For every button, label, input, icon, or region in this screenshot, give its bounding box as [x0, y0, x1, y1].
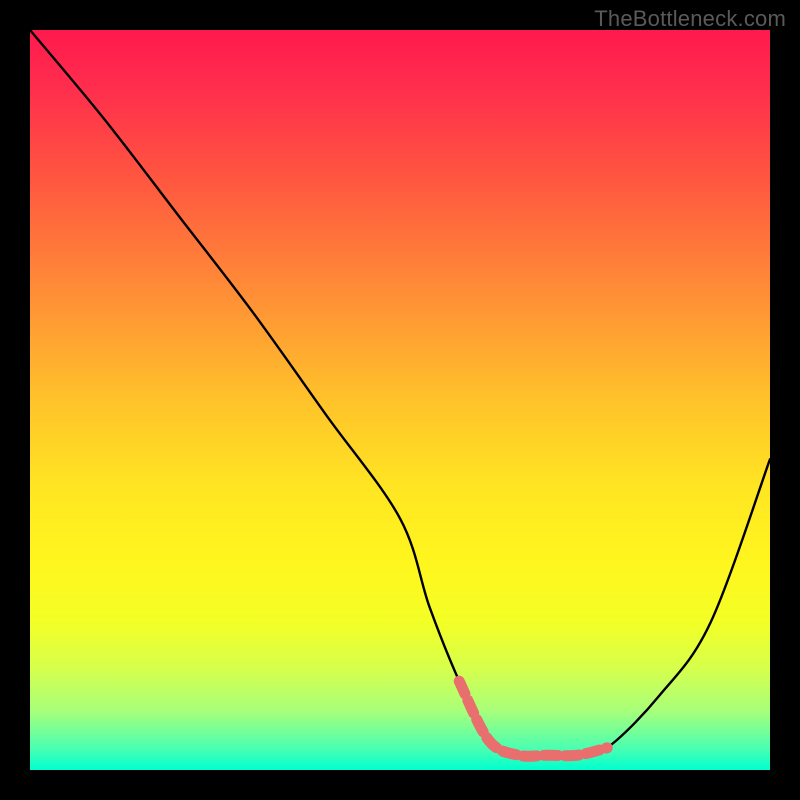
bottleneck-curve: [30, 30, 770, 756]
sweet-spot-highlight: [459, 681, 607, 756]
plot-area: [30, 30, 770, 770]
chart-container: TheBottleneck.com: [0, 0, 800, 800]
curve-svg: [30, 30, 770, 770]
watermark-text: TheBottleneck.com: [594, 6, 786, 32]
